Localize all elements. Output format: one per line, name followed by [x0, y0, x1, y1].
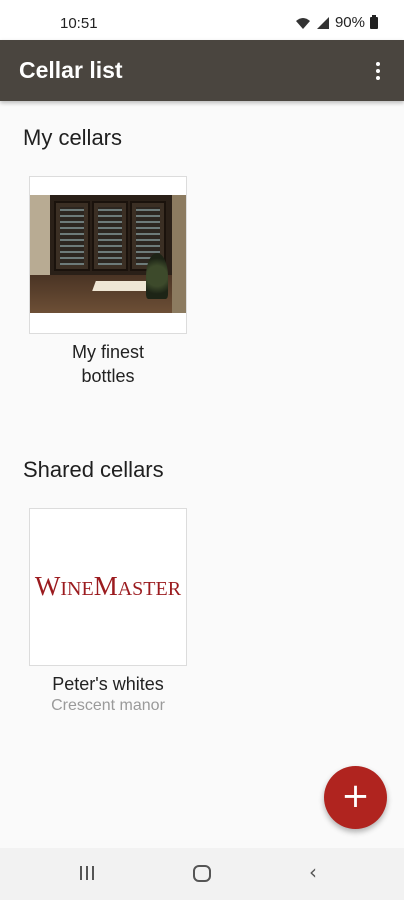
- status-bar: 10:51 90%: [0, 0, 404, 40]
- cellar-name: My finest bottles: [71, 342, 145, 386]
- my-cellars-heading: My cellars: [23, 125, 123, 150]
- recent-apps-icon[interactable]: [80, 866, 94, 880]
- overflow-menu-icon[interactable]: [366, 58, 390, 84]
- system-nav-bar: ‹: [0, 848, 404, 900]
- cellar-name: Peter's whites: [52, 674, 164, 694]
- back-icon[interactable]: ‹: [309, 860, 317, 884]
- status-time: 10:51: [60, 15, 98, 32]
- status-icons: 90%: [295, 14, 378, 31]
- page-title: Cellar list: [19, 57, 123, 83]
- wine-cellar-photo: [30, 195, 186, 313]
- signal-icon: [316, 16, 329, 29]
- wifi-icon: [295, 17, 310, 29]
- cellar-card-peters-whites[interactable]: WINEMASTER Peter's whites Crescent manor: [29, 508, 187, 716]
- battery-percent: 90%: [334, 14, 365, 31]
- add-cellar-button[interactable]: +: [324, 766, 387, 829]
- app-bar: Cellar list: [0, 40, 404, 101]
- home-icon[interactable]: [193, 865, 211, 882]
- cellar-owner: Crescent manor: [51, 697, 165, 714]
- cellar-thumbnail[interactable]: WINEMASTER: [29, 508, 187, 666]
- cellar-card-my-finest-bottles[interactable]: My finest bottles: [29, 176, 187, 388]
- winemaster-logo: WINEMASTER: [34, 571, 182, 601]
- cellar-thumbnail[interactable]: [29, 176, 187, 334]
- add-icon: +: [341, 776, 370, 816]
- battery-icon: [370, 14, 378, 29]
- shared-cellars-heading: Shared cellars: [23, 457, 164, 482]
